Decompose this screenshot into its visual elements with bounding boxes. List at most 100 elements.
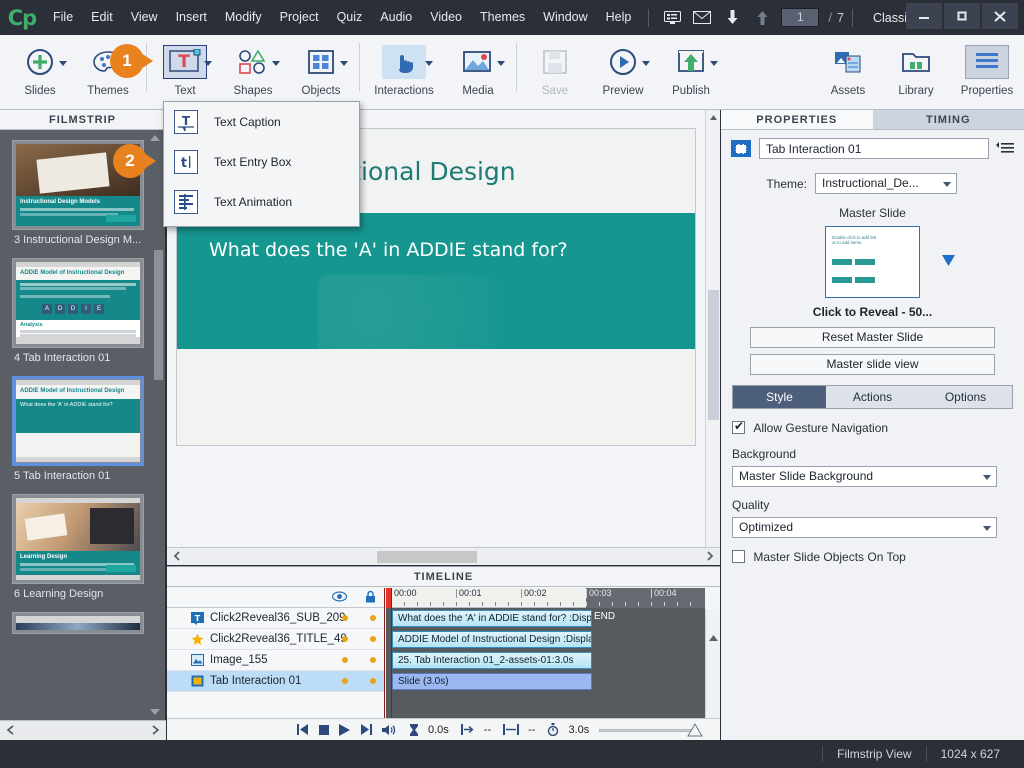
panel-menu-icon[interactable] xyxy=(996,142,1014,156)
menu-themes[interactable]: Themes xyxy=(471,0,534,35)
chevron-down-icon[interactable] xyxy=(710,61,718,66)
menu-modify[interactable]: Modify xyxy=(216,0,271,35)
theme-select[interactable]: Instructional_De... xyxy=(815,173,957,194)
eye-icon[interactable] xyxy=(332,591,347,605)
volume-icon[interactable] xyxy=(382,724,396,736)
slide-thumbnail[interactable] xyxy=(12,612,144,634)
gesture-navigation-row[interactable]: Allow Gesture Navigation xyxy=(721,409,1024,435)
skip-start-icon[interactable] xyxy=(297,724,309,735)
segment-style[interactable]: Style xyxy=(733,386,826,408)
chevron-down-icon[interactable] xyxy=(272,61,280,66)
menu-window[interactable]: Window xyxy=(534,0,596,35)
scroll-left-icon[interactable] xyxy=(172,550,182,564)
ribbon-properties-button[interactable]: Properties xyxy=(950,35,1024,107)
lock-dot[interactable] xyxy=(370,678,376,684)
timeline-row[interactable]: Click2Reveal36_TITLE_49 xyxy=(167,629,384,650)
tab-properties[interactable]: PROPERTIES xyxy=(721,110,873,130)
ribbon-preview-button[interactable]: Preview xyxy=(589,35,657,107)
filmstrip-slide-5[interactable]: ADDIE Model of Instructional Design What… xyxy=(0,376,165,494)
master-slide-thumbnail[interactable]: Double click to add titleor to add items… xyxy=(825,226,920,298)
skip-end-icon[interactable] xyxy=(360,724,372,735)
menu-edit[interactable]: Edit xyxy=(82,0,122,35)
filmstrip-slide-7[interactable] xyxy=(0,612,165,634)
segment-actions[interactable]: Actions xyxy=(826,386,919,408)
ribbon-slides-button[interactable]: Slides xyxy=(6,35,74,107)
segment-options[interactable]: Options xyxy=(919,386,1012,408)
visibility-dot[interactable] xyxy=(342,678,348,684)
canvas-horizontal-scrollbar[interactable] xyxy=(167,547,720,565)
reset-master-slide-button[interactable]: Reset Master Slide xyxy=(750,327,995,348)
master-slide-view-button[interactable]: Master slide view xyxy=(750,354,995,375)
menu-quiz[interactable]: Quiz xyxy=(328,0,372,35)
master-slide-dropdown-arrow[interactable] xyxy=(941,254,956,270)
prev-slide-icon[interactable] xyxy=(5,724,17,738)
filmstrip-slide-6[interactable]: Learning Design 6 Learning Design xyxy=(0,494,165,612)
slide-thumbnail[interactable]: Learning Design xyxy=(12,494,144,584)
timeline-bar[interactable]: 25. Tab Interaction 01_2-assets-01:3.0s xyxy=(392,652,592,669)
chevron-down-icon[interactable] xyxy=(340,61,348,66)
lock-dot[interactable] xyxy=(370,636,376,642)
slider-knob[interactable] xyxy=(687,723,703,737)
master-slide-objects-on-top-checkbox[interactable] xyxy=(732,550,745,563)
ribbon-media-button[interactable]: Media xyxy=(444,35,512,107)
visibility-dot[interactable] xyxy=(342,636,348,642)
timeline-zoom-slider[interactable] xyxy=(599,724,699,736)
slide-thumbnail-selected[interactable]: ADDIE Model of Instructional Design What… xyxy=(12,376,144,466)
lock-dot[interactable] xyxy=(370,615,376,621)
visibility-dot[interactable] xyxy=(342,657,348,663)
ribbon-text-button[interactable]: T Text xyxy=(151,35,219,107)
lock-icon[interactable] xyxy=(365,590,376,606)
minimize-button[interactable] xyxy=(906,3,942,29)
menu-insert[interactable]: Insert xyxy=(167,0,216,35)
mail-icon[interactable] xyxy=(690,7,714,29)
timeline-track-area[interactable]: 00:00 00:01 00:02 00:03 00:04 What does … xyxy=(386,588,705,718)
filmstrip-slide-4[interactable]: ADDIE Model of Instructional Design A D … xyxy=(0,258,165,376)
text-caption-menu-item[interactable]: T Text Caption xyxy=(164,102,359,142)
timeline-row-selected[interactable]: Tab Interaction 01 xyxy=(167,671,384,692)
maximize-button[interactable] xyxy=(944,3,980,29)
ribbon-library-button[interactable]: Library xyxy=(882,35,950,107)
text-dropdown-menu[interactable]: T Text Caption t Text Entry Box Text Ani… xyxy=(163,101,360,227)
scroll-down-icon[interactable] xyxy=(148,706,162,718)
slide-color-swatch[interactable] xyxy=(731,140,751,157)
canvas-vertical-scrollbar[interactable] xyxy=(705,110,720,565)
play-icon[interactable] xyxy=(339,724,350,736)
timeline-bar[interactable]: What does the 'A' in ADDIE stand for? :D… xyxy=(392,610,592,627)
scrollbar-thumb[interactable] xyxy=(377,551,477,563)
ribbon-publish-button[interactable]: Publish xyxy=(657,35,725,107)
ribbon-assets-button[interactable]: Assets xyxy=(814,35,882,107)
menu-help[interactable]: Help xyxy=(597,0,641,35)
scroll-up-icon[interactable] xyxy=(706,110,721,125)
scroll-right-icon[interactable] xyxy=(705,550,715,564)
lock-dot[interactable] xyxy=(370,657,376,663)
menu-view[interactable]: View xyxy=(122,0,167,35)
master-objects-on-top-row[interactable]: Master Slide Objects On Top xyxy=(721,538,1024,564)
text-entry-box-menu-item[interactable]: t Text Entry Box xyxy=(164,142,359,182)
tab-timing[interactable]: TIMING xyxy=(873,110,1024,130)
timeline-bar-slide[interactable]: Slide (3.0s) xyxy=(392,673,592,690)
timeline-row[interactable]: T Click2Reveal36_SUB_209 xyxy=(167,608,384,629)
chevron-down-icon[interactable] xyxy=(425,61,433,66)
slide-thumbnail[interactable]: ADDIE Model of Instructional Design A D … xyxy=(12,258,144,348)
menu-video[interactable]: Video xyxy=(421,0,471,35)
next-slide-icon[interactable] xyxy=(149,724,161,738)
text-animation-menu-item[interactable]: Text Animation xyxy=(164,182,359,222)
menu-project[interactable]: Project xyxy=(271,0,328,35)
download-arrow-icon[interactable] xyxy=(720,7,744,29)
chevron-down-icon[interactable] xyxy=(497,61,505,66)
ribbon-objects-button[interactable]: Objects xyxy=(287,35,355,107)
slide-question-text[interactable]: What does the 'A' in ADDIE stand for? xyxy=(209,239,568,261)
filmstrip-body[interactable]: Instructional Design Models 3 Instructio… xyxy=(0,130,165,720)
background-select[interactable]: Master Slide Background xyxy=(732,466,997,487)
upload-arrow-icon[interactable] xyxy=(750,7,774,29)
stop-icon[interactable] xyxy=(319,725,329,735)
menu-file[interactable]: File xyxy=(44,0,82,35)
timeline-row[interactable]: Image_155 xyxy=(167,650,384,671)
quality-select[interactable]: Optimized xyxy=(732,517,997,538)
timeline-bar[interactable]: ADDIE Model of Instructional Design :Dis… xyxy=(392,631,592,648)
chevron-down-icon[interactable] xyxy=(642,61,650,66)
slide-number-input[interactable]: 1 xyxy=(781,8,819,27)
notes-icon[interactable] xyxy=(660,7,684,29)
visibility-dot[interactable] xyxy=(342,615,348,621)
slide-name-input[interactable] xyxy=(759,138,989,159)
